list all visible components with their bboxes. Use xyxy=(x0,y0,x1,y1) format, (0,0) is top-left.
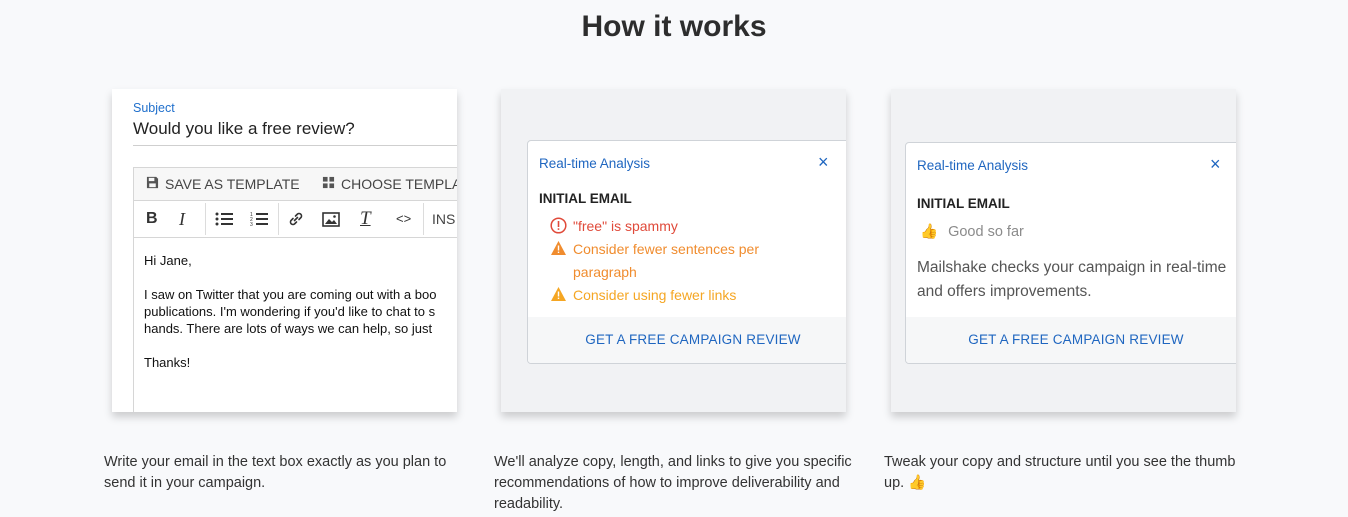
bulleted-list-icon[interactable] xyxy=(215,201,233,237)
email-body-line: Thanks! xyxy=(144,355,191,370)
grid-icon xyxy=(322,168,335,200)
warning-triangle-icon xyxy=(550,286,567,309)
panel-title: Real-time Analysis xyxy=(539,156,651,171)
save-as-template-label: SAVE AS TEMPLATE xyxy=(165,176,300,192)
email-body-line: I saw on Twitter that you are coming out… xyxy=(144,287,437,302)
free-campaign-review-button[interactable]: GET A FREE CAMPAIGN REVIEW xyxy=(906,317,1236,363)
email-body[interactable]: Hi Jane, I saw on Twitter that you are c… xyxy=(144,252,457,371)
choose-template-label: CHOOSE TEMPLA xyxy=(341,176,457,192)
subject-label: Subject xyxy=(133,101,175,115)
panel-title: Real-time Analysis xyxy=(917,158,1029,173)
step-3-caption: Tweak your copy and structure until you … xyxy=(884,452,1254,494)
toolbar-divider xyxy=(278,203,279,235)
email-body-line: publications. I'm wondering if you'd lik… xyxy=(144,304,436,319)
svg-text:3: 3 xyxy=(250,222,253,226)
subject-underline xyxy=(133,145,457,146)
bold-button[interactable]: B xyxy=(146,201,158,237)
warning-triangle-icon xyxy=(550,240,567,263)
issue-text: paragraph xyxy=(573,264,637,280)
toolbar-divider xyxy=(205,203,206,235)
email-body-line: Hi Jane, xyxy=(144,253,192,268)
analysis-panel: Real-time Analysis × INITIAL EMAIL "free… xyxy=(527,140,846,364)
step-3-caption-text: Tweak your copy and structure until you … xyxy=(884,454,1236,491)
clear-format-icon[interactable]: T xyxy=(360,201,371,237)
analysis-panel: Real-time Analysis × INITIAL EMAIL 👍 Goo… xyxy=(905,142,1236,364)
issue-text: "free" is spammy xyxy=(573,218,678,234)
status-text: Good so far xyxy=(948,224,1024,240)
save-as-template-button[interactable]: SAVE AS TEMPLATE xyxy=(146,168,300,200)
step-1-editor-preview: Subject Would you like a free review? SA… xyxy=(112,89,457,412)
italic-button[interactable]: I xyxy=(179,201,185,237)
panel-heading: INITIAL EMAIL xyxy=(539,191,632,206)
link-icon[interactable] xyxy=(287,201,305,237)
step-2-analysis-preview: Real-time Analysis × INITIAL EMAIL "free… xyxy=(501,89,846,412)
floppy-disk-icon xyxy=(146,168,159,200)
step-2-caption: We'll analyze copy, length, and links to… xyxy=(494,454,852,512)
insert-button[interactable]: INS xyxy=(432,201,455,237)
subject-input[interactable]: Would you like a free review? xyxy=(133,119,355,139)
close-icon[interactable]: × xyxy=(1210,154,1221,175)
email-body-line xyxy=(144,337,457,354)
email-editor[interactable]: SAVE AS TEMPLATE CHOOSE TEMPLA B I 123 T… xyxy=(133,167,457,412)
thumbs-up-icon: 👍 xyxy=(908,475,927,491)
thumbs-up-icon: 👍 xyxy=(920,224,939,240)
alert-circle-icon xyxy=(550,217,567,241)
email-body-line: hands. There are lots of ways we can hel… xyxy=(144,321,433,336)
format-toolbar: B I 123 T <> INS xyxy=(134,201,457,238)
template-toolbar: SAVE AS TEMPLATE CHOOSE TEMPLA xyxy=(134,168,457,201)
close-icon[interactable]: × xyxy=(818,152,829,173)
image-icon[interactable] xyxy=(322,201,340,237)
email-body-line xyxy=(144,269,457,286)
status-row: 👍 Good so far xyxy=(920,223,1024,240)
step-1-caption: Write your email in the text box exactly… xyxy=(104,454,447,491)
toolbar-divider xyxy=(423,203,424,235)
analysis-description: Mailshake checks your campaign in real-t… xyxy=(917,259,1227,300)
issue-text: Consider using fewer links xyxy=(573,287,737,303)
panel-heading: INITIAL EMAIL xyxy=(917,196,1010,211)
section-title: How it works xyxy=(581,10,767,43)
free-campaign-review-button[interactable]: GET A FREE CAMPAIGN REVIEW xyxy=(528,317,846,363)
code-icon[interactable]: <> xyxy=(396,201,411,237)
step-3-analysis-preview: Real-time Analysis × INITIAL EMAIL 👍 Goo… xyxy=(891,89,1236,412)
numbered-list-icon[interactable]: 123 xyxy=(250,201,268,237)
choose-template-button[interactable]: CHOOSE TEMPLA xyxy=(322,168,457,200)
issue-text: Consider fewer sentences per xyxy=(573,241,759,257)
